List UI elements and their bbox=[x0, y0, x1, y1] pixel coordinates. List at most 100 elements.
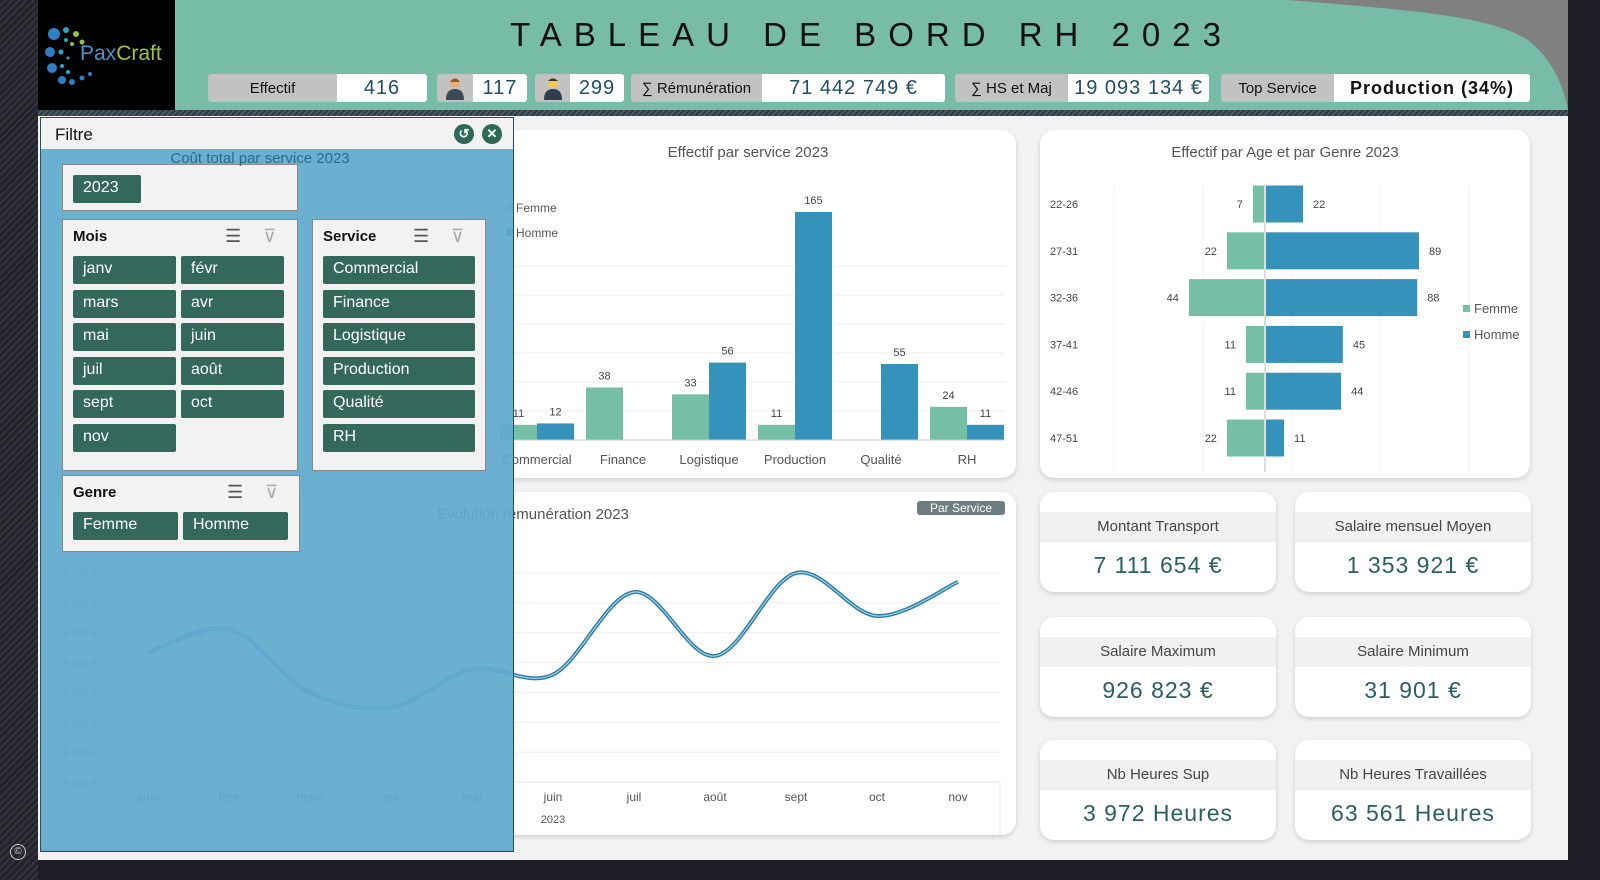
legend-label: Homme bbox=[1474, 327, 1520, 342]
y-tick-label: 32-36 bbox=[1050, 293, 1078, 305]
bar-femme bbox=[586, 387, 623, 440]
bar-femme bbox=[1226, 232, 1265, 270]
y-tick-label: 42-46 bbox=[1050, 386, 1078, 398]
data-label: 24 bbox=[942, 390, 954, 402]
legend-label: Femme bbox=[1474, 301, 1518, 316]
kpi-salaire-max: Salaire Maximum 926 823 € bbox=[1040, 617, 1276, 717]
bar-homme bbox=[1265, 419, 1285, 457]
service-button[interactable]: Commercial bbox=[323, 256, 475, 284]
kpi-value: 926 823 € bbox=[1102, 677, 1214, 703]
multi-select-icon[interactable]: ☰ bbox=[225, 226, 241, 247]
effectif-label: Effectif bbox=[208, 74, 337, 102]
x-tick-label: Qualité bbox=[860, 452, 901, 467]
y-tick-label: 47-51 bbox=[1050, 433, 1078, 445]
multi-select-icon[interactable]: ☰ bbox=[227, 482, 243, 503]
year-button[interactable]: 2023 bbox=[73, 175, 141, 203]
kpi-value: 1 353 921 € bbox=[1346, 552, 1480, 578]
service-button[interactable]: Logistique bbox=[323, 323, 475, 351]
data-label: 56 bbox=[721, 346, 733, 358]
month-button[interactable]: avr bbox=[181, 289, 284, 318]
hs-label: ∑ HS et Maj bbox=[955, 74, 1068, 102]
effectif-age-chart: 22-26 7 22 27-31 22 89 32-36 44 88 37-41 11 45 42-46… bbox=[1050, 185, 1520, 472]
reset-icon[interactable]: ↺ bbox=[454, 124, 474, 144]
kpi-label: Salaire Maximum bbox=[1040, 637, 1276, 667]
data-label: 45 bbox=[1353, 339, 1365, 351]
data-label: 33 bbox=[684, 377, 696, 389]
data-label: 11 bbox=[513, 408, 524, 420]
data-label: 12 bbox=[549, 406, 561, 418]
service-button[interactable]: Finance bbox=[323, 289, 475, 318]
data-label: 44 bbox=[1351, 386, 1363, 398]
genre-button[interactable]: Femme bbox=[73, 512, 178, 540]
service-button[interactable]: Production bbox=[323, 356, 475, 385]
effectif-age-card: Effectif par Age et par Genre 2023 22-26… bbox=[1040, 130, 1530, 478]
bar-homme bbox=[1265, 325, 1343, 363]
bar-homme bbox=[795, 211, 832, 440]
kpi-value: 63 561 Heures bbox=[1331, 800, 1495, 826]
month-button[interactable]: mai bbox=[73, 323, 176, 351]
data-label: 22 bbox=[1205, 246, 1217, 258]
y-tick-label: 22-26 bbox=[1050, 199, 1078, 211]
clear-filter-icon[interactable]: ⊽ bbox=[265, 482, 278, 503]
bar-femme bbox=[758, 424, 795, 440]
x-tick-label: juil bbox=[626, 790, 642, 804]
data-label: 55 bbox=[893, 347, 905, 359]
data-label: 165 bbox=[804, 195, 822, 207]
top-service-label: Top Service bbox=[1221, 74, 1334, 102]
bar-homme bbox=[881, 363, 918, 440]
genre-label: Genre bbox=[73, 484, 117, 501]
kpi-label: Salaire Minimum bbox=[1295, 637, 1531, 667]
kpi-value: 3 972 Heures bbox=[1082, 800, 1234, 826]
bar-femme bbox=[1252, 185, 1265, 223]
month-button[interactable]: juil bbox=[73, 356, 176, 385]
month-button[interactable]: août bbox=[181, 356, 284, 385]
genre-button[interactable]: Homme bbox=[183, 512, 288, 540]
y-tick-label: 27-31 bbox=[1050, 246, 1078, 258]
x-tick-label: juin bbox=[543, 790, 563, 804]
bar-femme bbox=[1245, 372, 1265, 410]
effectif-service-chart: 11 12Commercial38Finance3356Logistique111… bbox=[495, 195, 1005, 467]
month-button[interactable]: févr bbox=[181, 256, 284, 284]
remuneration-value: 71 442 749 € bbox=[762, 74, 945, 102]
service-button[interactable]: Qualité bbox=[323, 390, 475, 418]
clear-filter-icon[interactable]: ⊽ bbox=[263, 226, 276, 247]
effectif-service-card: Effectif par service 2023 11 12 Commercial… bbox=[480, 130, 1016, 478]
data-label: 89 bbox=[1429, 246, 1441, 258]
kpi-value: 31 901 € bbox=[1364, 677, 1462, 703]
month-button[interactable]: oct bbox=[181, 390, 284, 418]
month-button[interactable]: sept bbox=[73, 390, 176, 418]
year-slicer: 2023 bbox=[62, 164, 298, 211]
par-service-button[interactable]: Par Service bbox=[917, 501, 1005, 515]
bar-homme bbox=[967, 424, 1004, 440]
close-icon[interactable]: ✕ bbox=[482, 124, 502, 144]
remuneration-label: ∑ Rémunération bbox=[631, 74, 762, 102]
multi-select-icon[interactable]: ☰ bbox=[413, 226, 429, 247]
month-button[interactable]: mars bbox=[73, 289, 176, 318]
kpi-label: Nb Heures Sup bbox=[1040, 760, 1276, 790]
kpi-label: Nb Heures Travaillées bbox=[1295, 760, 1531, 790]
month-button[interactable]: juin bbox=[181, 323, 284, 351]
bar-homme bbox=[1265, 232, 1419, 270]
logo: PaxCraft bbox=[38, 0, 175, 110]
service-label: Service bbox=[323, 228, 377, 245]
genre-slicer: Genre ☰ ⊽ Femme Homme bbox=[62, 475, 300, 552]
kpi-salaire-moyen: Salaire mensuel Moyen 1 353 921 € bbox=[1295, 492, 1531, 592]
month-button[interactable]: janv bbox=[73, 256, 176, 284]
hs-value: 19 093 134 € bbox=[1068, 74, 1209, 102]
logo-text: PaxCraft bbox=[80, 42, 162, 65]
kpi-montant-transport: Montant Transport 7 111 654 € bbox=[1040, 492, 1276, 592]
service-button[interactable]: RH bbox=[323, 423, 475, 452]
month-button[interactable]: nov bbox=[73, 423, 176, 452]
x-tick-label: Logistique bbox=[679, 452, 738, 467]
data-label: 22 bbox=[1205, 433, 1217, 445]
cout-total-title: Coût total par service 2023 bbox=[170, 150, 350, 167]
data-label: 38 bbox=[598, 370, 610, 382]
y-tick-label: 37-41 bbox=[1050, 339, 1078, 351]
data-label: 11 bbox=[1225, 386, 1236, 398]
legend-label: Homme bbox=[516, 226, 558, 240]
x-tick-label: août bbox=[703, 790, 727, 804]
filter-title: Filtre bbox=[41, 118, 513, 149]
man-icon bbox=[535, 74, 570, 102]
x-tick-label: RH bbox=[958, 452, 977, 467]
clear-filter-icon[interactable]: ⊽ bbox=[451, 226, 464, 247]
